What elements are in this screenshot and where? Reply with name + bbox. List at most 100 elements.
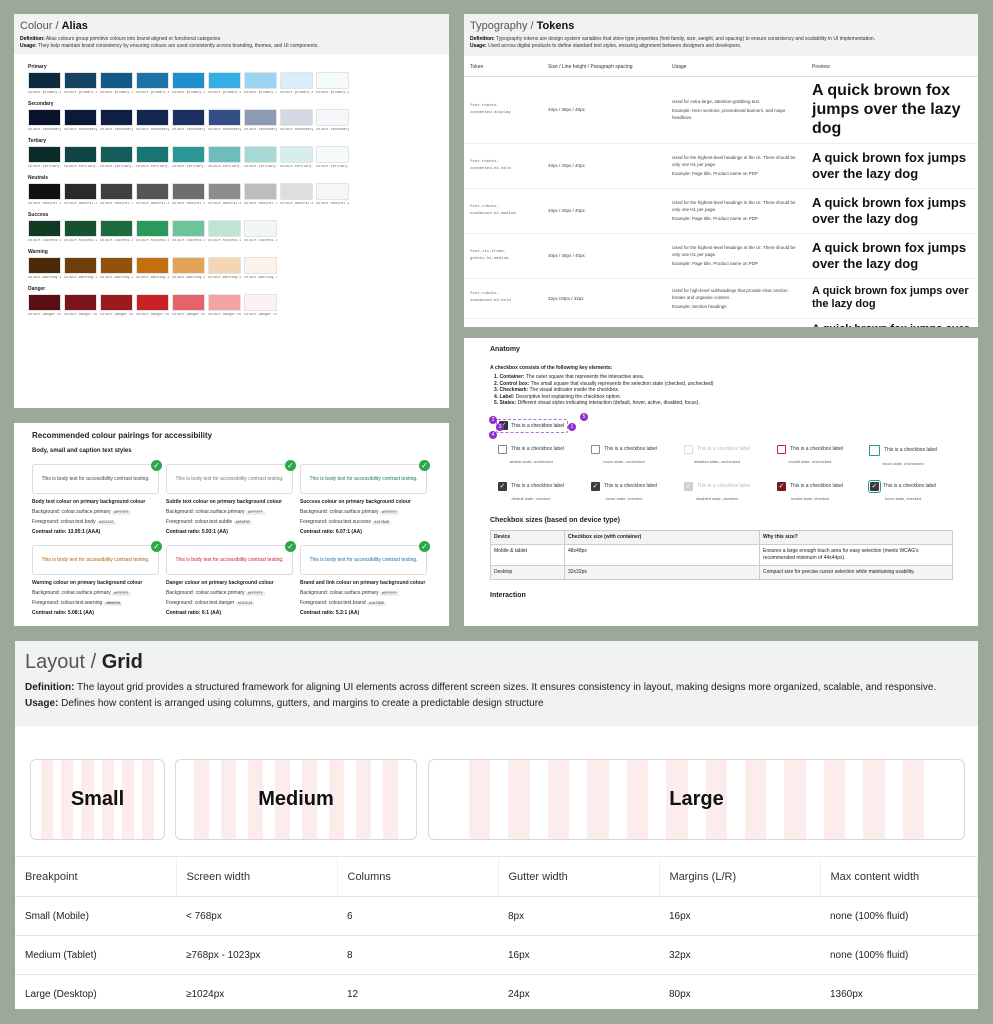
colour-swatch[interactable]: colour.tertiary.900 [316,146,349,169]
colour-swatch[interactable]: colour.danger.600 [208,294,241,317]
checkbox-row[interactable]: ✓ This is a checkbox label [486,481,576,491]
swatch-chip [64,257,97,274]
checkbox-control[interactable]: ✓ [590,481,600,491]
colour-swatch[interactable]: colour.primary.400 [136,72,169,95]
colour-swatch[interactable]: colour.secondary.800 [280,109,313,132]
colour-swatch[interactable]: colour.neutral.200 [64,183,97,206]
swatch-token-name: colour.neutral.300 [100,202,133,206]
colour-swatch[interactable]: colour.primary.800 [280,72,313,95]
colour-swatch[interactable]: colour.warning.300 [100,257,133,280]
pairing-contrast: Contrast ratio: 5.08:1 (AA) [32,610,94,616]
colour-swatch[interactable]: colour.danger.700 [244,294,277,317]
pairing-fg-hex: #1A73B8 [367,602,386,606]
pairing-sample: This is body text for accessibility cont… [32,460,162,494]
swatch-chip [244,220,277,237]
grid-column [194,760,209,839]
checkbox-control[interactable] [683,444,693,454]
colour-swatch[interactable]: colour.secondary.500 [172,109,205,132]
colour-swatch[interactable]: colour.primary.700 [244,72,277,95]
colour-swatch[interactable]: colour.warning.400 [136,257,169,280]
colour-swatch[interactable]: colour.secondary.700 [244,109,277,132]
checkbox-control[interactable]: ✓ [497,481,507,491]
checkbox-label: This is a checkbox label [883,447,938,453]
colour-swatch[interactable]: colour.neutral.700 [244,183,277,206]
checkbox-row[interactable]: This is a checkbox label [579,444,669,454]
colour-swatch[interactable]: colour.success.600 [208,220,241,243]
colour-swatch[interactable]: colour.warning.600 [208,257,241,280]
swatch-group-title: Neutrals [28,175,49,181]
colour-swatch[interactable]: colour.tertiary.200 [64,146,97,169]
colour-swatch[interactable]: colour.danger.500 [172,294,205,317]
colour-swatch[interactable]: colour.neutral.400 [136,183,169,206]
colour-swatch[interactable]: colour.tertiary.400 [136,146,169,169]
colour-swatch[interactable]: colour.warning.100 [28,257,61,280]
colour-swatch[interactable]: colour.tertiary.500 [172,146,205,169]
colour-swatch[interactable]: colour.danger.400 [136,294,169,317]
colour-swatch[interactable]: colour.neutral.900 [316,183,349,206]
swatch-chip [280,109,313,126]
colour-swatch[interactable]: colour.danger.200 [64,294,97,317]
checkbox-control[interactable]: ✓ [867,479,881,493]
colour-swatch[interactable]: colour.secondary.600 [208,109,241,132]
colour-swatch[interactable]: colour.secondary.300 [100,109,133,132]
colour-swatch[interactable]: colour.primary.600 [208,72,241,95]
colour-swatch[interactable]: colour.success.500 [172,220,205,243]
colour-swatch[interactable]: colour.neutral.800 [280,183,313,206]
colour-swatch[interactable]: colour.success.200 [64,220,97,243]
colour-swatch[interactable]: colour.warning.500 [172,257,205,280]
checkbox-control[interactable] [590,444,600,454]
checkbox-row[interactable]: ✓ This is a checkbox label [858,479,948,493]
checkbox-control[interactable] [497,444,507,454]
colour-swatch[interactable]: colour.warning.200 [64,257,97,280]
colour-swatch[interactable]: colour.secondary.400 [136,109,169,132]
swatch-chip [100,294,133,311]
table-cell: 32px [659,935,820,975]
colour-swatch[interactable]: colour.danger.300 [100,294,133,317]
checkbox-row[interactable]: This is a checkbox label [765,444,855,454]
colour-swatch[interactable]: colour.secondary.100 [28,109,61,132]
colour-swatch[interactable]: colour.secondary.900 [316,109,349,132]
swatch-chip [28,72,61,89]
checkbox-row[interactable]: ✓ This is a checkbox label [672,481,762,491]
colour-swatch[interactable]: colour.success.700 [244,220,277,243]
colour-swatch[interactable]: colour.primary.200 [64,72,97,95]
swatch-chip [136,220,169,237]
colour-swatch[interactable]: colour.success.100 [28,220,61,243]
colour-swatch[interactable]: colour.primary.900 [316,72,349,95]
colour-swatch[interactable]: colour.tertiary.700 [244,146,277,169]
colour-swatch[interactable]: colour.neutral.300 [100,183,133,206]
colour-swatch[interactable]: colour.success.400 [136,220,169,243]
colour-swatch[interactable]: colour.success.300 [100,220,133,243]
pairing-bg-hex: #FFFFFF [112,511,131,515]
grid-preview-large: Large [428,759,965,840]
checkbox-row[interactable]: This is a checkbox label [672,444,762,454]
colour-swatch[interactable]: colour.tertiary.600 [208,146,241,169]
colour-swatch[interactable]: colour.tertiary.800 [280,146,313,169]
colour-swatch[interactable]: colour.primary.500 [172,72,205,95]
pairing-fg-hex: #2C2C2C [97,521,116,525]
table-cell: 1360px [820,974,978,1009]
colour-swatch[interactable]: colour.warning.700 [244,257,277,280]
checkbox-control[interactable] [776,444,786,454]
checkbox-control[interactable]: ✓ [776,481,786,491]
colour-swatch[interactable]: colour.danger.100 [28,294,61,317]
checkbox-state-caption: default state, unchecked [509,458,553,464]
token-preview: A quick brown fox jumps over the lazy do… [806,278,978,319]
colour-swatch[interactable]: colour.neutral.600 [208,183,241,206]
colour-swatch[interactable]: colour.tertiary.300 [100,146,133,169]
swatch-row: colour.tertiary.100colour.tertiary.200co… [28,146,435,169]
colour-swatch[interactable]: colour.tertiary.100 [28,146,61,169]
colour-swatch[interactable]: colour.primary.300 [100,72,133,95]
swatch-token-name: colour.warning.500 [172,276,205,280]
checkbox-control[interactable] [868,444,880,456]
check-circle-icon: ✓ [285,460,296,471]
checkbox-control[interactable]: ✓ [683,481,693,491]
colour-swatch[interactable]: colour.neutral.500 [172,183,205,206]
checkbox-row[interactable]: ✓ This is a checkbox label [579,481,669,491]
checkbox-row[interactable]: This is a checkbox label [486,444,576,454]
colour-swatch[interactable]: colour.secondary.200 [64,109,97,132]
colour-swatch[interactable]: colour.neutral.100 [28,183,61,206]
colour-swatch[interactable]: colour.primary.100 [28,72,61,95]
checkbox-row[interactable]: ✓ This is a checkbox label [765,481,855,491]
checkbox-row[interactable]: This is a checkbox label [858,444,948,456]
